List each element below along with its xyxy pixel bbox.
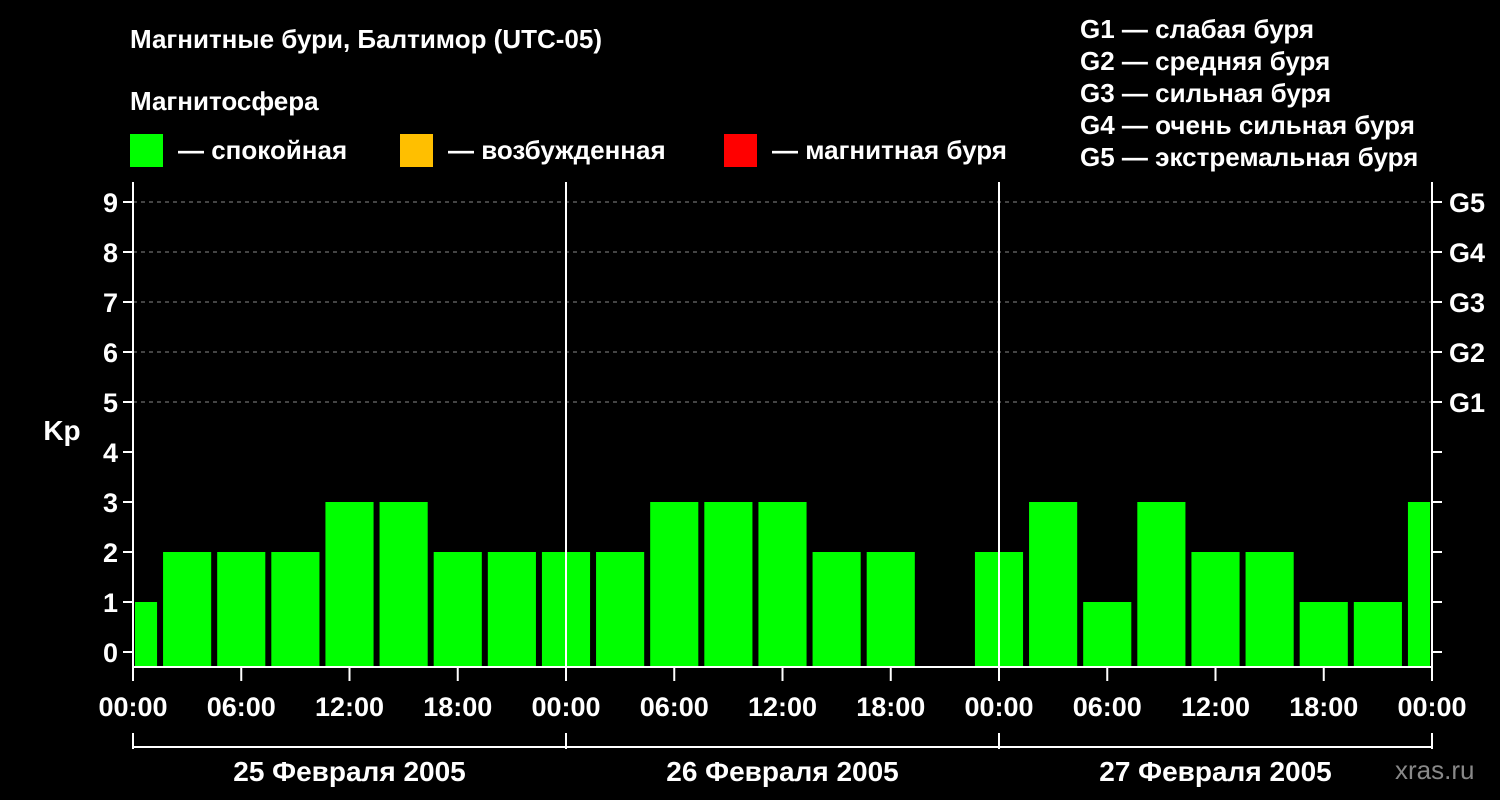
x-tick-label: 00:00 xyxy=(98,692,167,722)
kp-bar xyxy=(1407,502,1430,667)
x-tick-label: 12:00 xyxy=(1181,692,1250,722)
x-tick-label: 12:00 xyxy=(315,692,384,722)
kp-bar xyxy=(704,502,753,667)
y-axis-label: Kp xyxy=(43,415,80,446)
kp-bar xyxy=(1191,552,1240,667)
kp-bar xyxy=(135,602,158,667)
kp-bar xyxy=(1029,502,1078,667)
y-tick-label: 0 xyxy=(103,638,118,668)
x-tick-label: 00:00 xyxy=(964,692,1033,722)
kp-bar xyxy=(866,552,915,667)
y-tick-label: 9 xyxy=(103,188,118,218)
kp-bar xyxy=(1353,602,1402,667)
y-tick-label: 3 xyxy=(103,488,118,518)
y-tick-label: 6 xyxy=(103,338,118,368)
kp-bar xyxy=(217,552,266,667)
y-tick-label: 2 xyxy=(103,538,118,568)
x-tick-label: 18:00 xyxy=(1289,692,1358,722)
kp-bar xyxy=(812,552,861,667)
y-tick-label: 1 xyxy=(103,588,118,618)
kp-bar xyxy=(1299,602,1348,667)
day-label: 26 Февраля 2005 xyxy=(666,756,898,787)
kp-bar xyxy=(379,502,428,667)
g-level-label: G4 xyxy=(1449,238,1485,268)
kp-bar xyxy=(271,552,320,667)
x-tick-label: 12:00 xyxy=(748,692,817,722)
g-level-label: G5 xyxy=(1449,188,1485,218)
kp-bar xyxy=(1137,502,1186,667)
kp-bar-chart: 0 1 2 3 4 5 6 7 8 9 G1 G2 G3 G4 G5 Kp 00:00 06:00 12:00 18:… xyxy=(43,182,1485,787)
kp-bar xyxy=(487,552,536,667)
kp-bar xyxy=(650,502,699,667)
y-tick-label: 5 xyxy=(103,388,118,418)
y-tick-label: 7 xyxy=(103,288,118,318)
y-tick-label: 8 xyxy=(103,238,118,268)
x-tick-label: 00:00 xyxy=(1397,692,1466,722)
kp-bar xyxy=(758,502,807,667)
day-label: 25 Февраля 2005 xyxy=(233,756,465,787)
kp-bar xyxy=(596,552,645,667)
x-tick-label: 18:00 xyxy=(856,692,925,722)
x-tick-label: 06:00 xyxy=(207,692,276,722)
kp-bar xyxy=(433,552,482,667)
kp-bar xyxy=(325,502,374,667)
g-level-label: G3 xyxy=(1449,288,1485,318)
x-tick-label: 06:00 xyxy=(1073,692,1142,722)
day-label: 27 Февраля 2005 xyxy=(1099,756,1331,787)
x-tick-label: 00:00 xyxy=(531,692,600,722)
y-tick-label: 4 xyxy=(103,438,118,468)
g-level-label: G2 xyxy=(1449,338,1485,368)
x-tick-label: 06:00 xyxy=(640,692,709,722)
kp-bar xyxy=(1083,602,1132,667)
g-level-label: G1 xyxy=(1449,388,1485,418)
kp-bar xyxy=(1245,552,1294,667)
kp-bar xyxy=(163,552,212,667)
x-tick-label: 18:00 xyxy=(423,692,492,722)
